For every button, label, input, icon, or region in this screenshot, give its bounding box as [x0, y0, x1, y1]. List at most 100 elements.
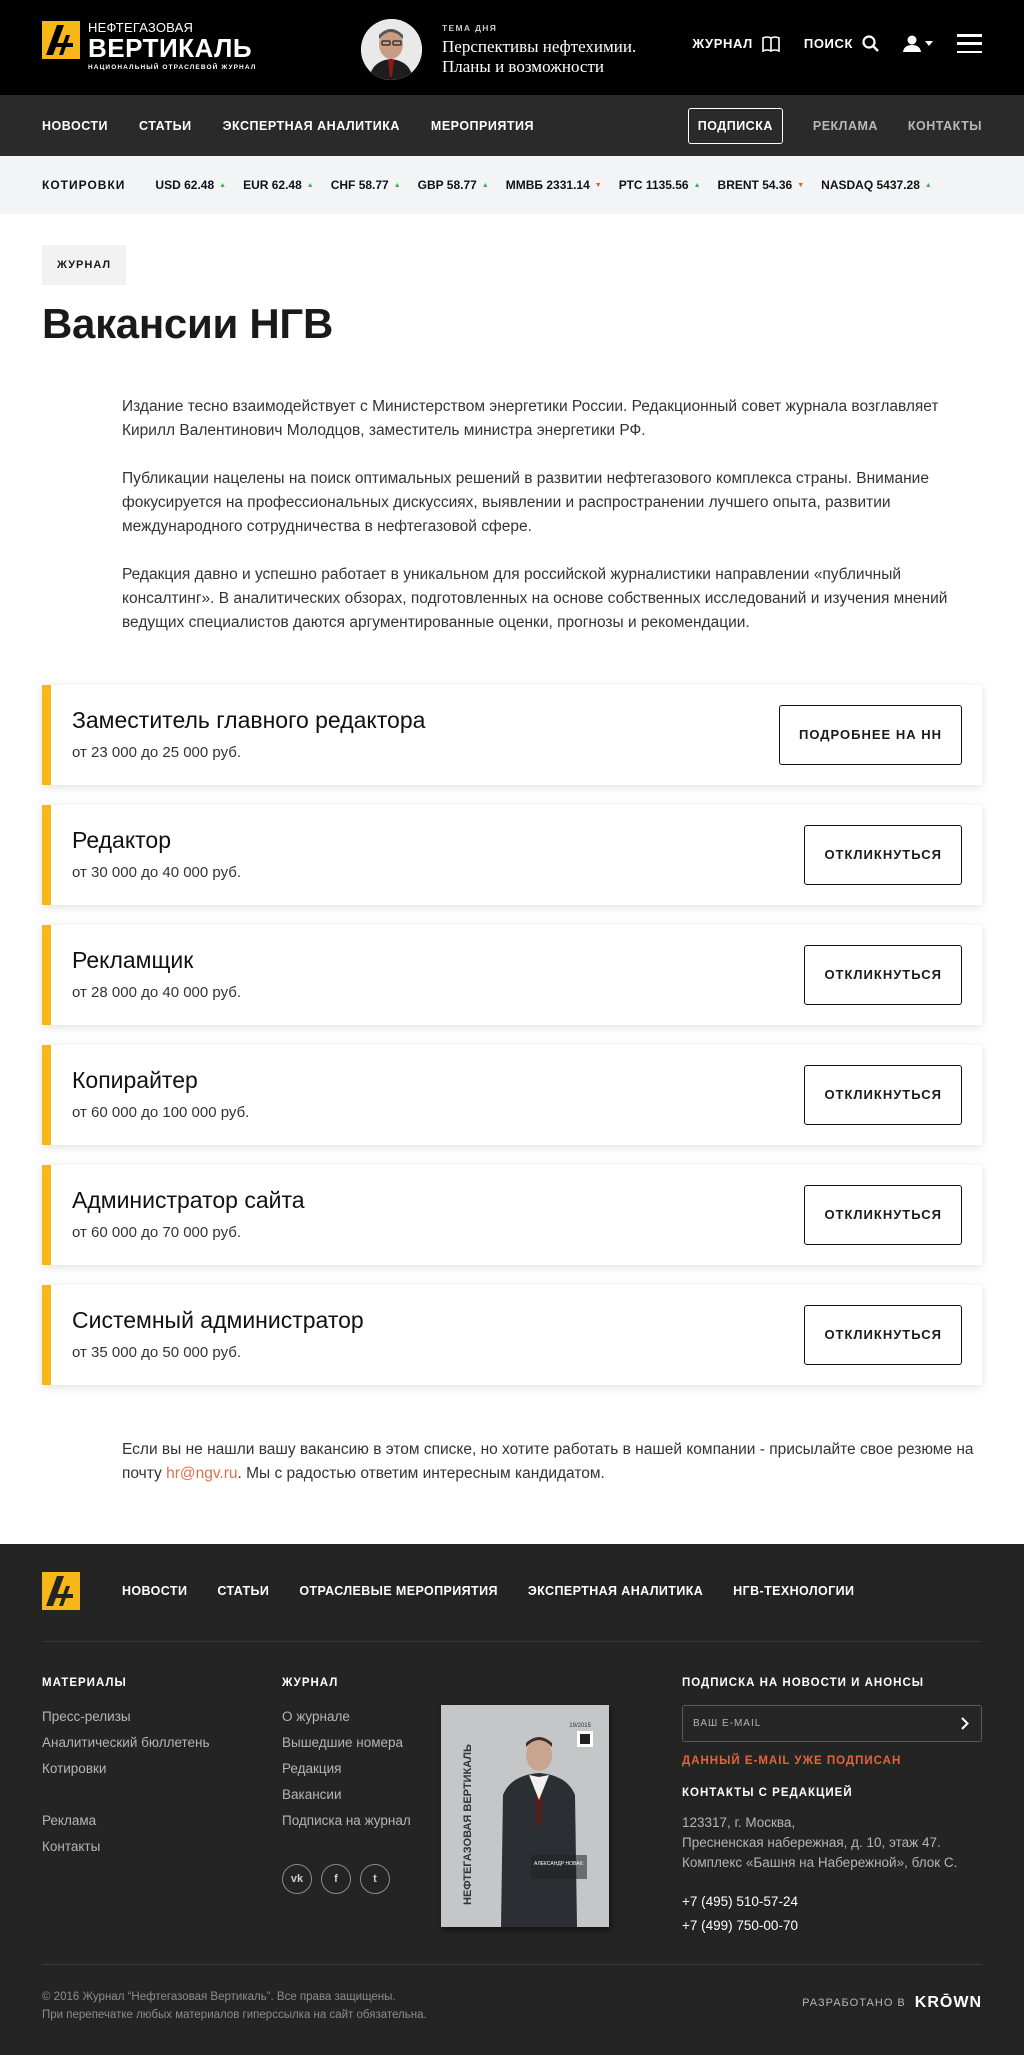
cover-issue: 19/2015	[569, 1723, 591, 1729]
footer-link-bulletin[interactable]: Аналитический бюллетень	[42, 1730, 210, 1756]
quote-text: ММВБ 2331.14	[505, 178, 590, 192]
hr-email-link[interactable]: hr@ngv.ru	[166, 1465, 237, 1482]
footer-link-press[interactable]: Пресс-релизы	[42, 1704, 210, 1730]
footer-link-editorial[interactable]: Редакция	[282, 1756, 411, 1782]
category-tag[interactable]: ЖУРНАЛ	[42, 245, 127, 285]
nav-ads[interactable]: РЕКЛАМА	[813, 119, 878, 133]
email-input[interactable]	[683, 1706, 943, 1741]
nav-analytics[interactable]: ЭКСПЕРТНАЯ АНАЛИТИКА	[223, 119, 400, 133]
user-icon	[903, 35, 921, 52]
chevron-right-icon[interactable]	[961, 1717, 969, 1730]
vacancy-title: Администратор сайта	[72, 1187, 305, 1213]
page-title: Вакансии НГВ	[42, 300, 333, 347]
nav-events[interactable]: МЕРОПРИЯТИЯ	[431, 119, 534, 133]
quote-text: BRENT 54.36	[717, 178, 793, 192]
vacancy-salary: от 30 000 до 40 000 руб.	[72, 864, 242, 881]
chevron-down-icon	[925, 41, 933, 46]
quote-item[interactable]: CHF 58.77 ▲	[331, 178, 401, 192]
quote-text: USD 62.48	[155, 178, 215, 192]
intro-paragraph: Редакция давно и успешно работает в уник…	[122, 566, 948, 631]
quote-item[interactable]: GBP 58.77 ▲	[418, 178, 489, 192]
subscribe-button[interactable]: ПОДПИСКА	[687, 107, 783, 144]
quote-item[interactable]: USD 62.48 ▲	[155, 178, 226, 192]
vacancy-apply-button[interactable]: ОТКЛИКНУТЬСЯ	[804, 945, 962, 1005]
footer-link-contacts[interactable]: Контакты	[42, 1834, 210, 1860]
footer-nav-analytics[interactable]: ЭКСПЕРТНАЯ АНАЛИТИКА	[528, 1584, 703, 1598]
address-line: Пресненская набережная, д. 10, этаж 47.	[682, 1835, 941, 1850]
user-menu-button[interactable]	[903, 35, 933, 52]
journal-links: О журнале Вышедшие номера Редакция Вакан…	[282, 1704, 411, 1834]
journal-link[interactable]: ЖУРНАЛ	[692, 35, 780, 52]
quote-item[interactable]: ММВБ 2331.14 ▼	[506, 178, 602, 192]
footer-nav-articles[interactable]: СТАТЬИ	[217, 1584, 269, 1598]
footer-link-subscription[interactable]: Подписка на журнал	[282, 1808, 411, 1834]
email-field	[682, 1705, 982, 1742]
vacancy-card: Заместитель главного редактора от 23 000…	[42, 685, 982, 785]
footer-logo-icon[interactable]	[42, 1572, 80, 1615]
footer-link-issues[interactable]: Вышедшие номера	[282, 1730, 411, 1756]
topic-title[interactable]: Перспективы нефтехимии. Планы и возможно…	[442, 37, 662, 77]
topic-of-day[interactable]: ТЕМА ДНЯ Перспективы нефтехимии. Планы и…	[361, 19, 662, 80]
developer-logo: KRŌWN	[914, 1994, 982, 2011]
quote-text: EUR 62.48	[243, 178, 302, 192]
vacancy-apply-button[interactable]: ОТКЛИКНУТЬСЯ	[804, 825, 962, 885]
vacancy-apply-button[interactable]: ОТКЛИКНУТЬСЯ	[804, 1185, 962, 1245]
vacancy-salary: от 60 000 до 100 000 руб.	[72, 1104, 250, 1121]
footer-link-about[interactable]: О журнале	[282, 1704, 411, 1730]
footer-link-quotes[interactable]: Котировки	[42, 1756, 210, 1782]
quote-item[interactable]: EUR 62.48 ▲	[243, 178, 314, 192]
vacancy-details-hh-button[interactable]: ПОДРОБНЕЕ НА НН	[778, 705, 962, 765]
search-button[interactable]: ПОИСК	[804, 35, 879, 52]
main-content: ЖУРНАЛ Вакансии НГВ Издание тесно взаимо…	[0, 214, 1024, 1544]
footer-link-ads[interactable]: Реклама	[42, 1808, 210, 1834]
intro-text: Издание тесно взаимодействует с Министер…	[122, 395, 982, 659]
vacancy-title: Копирайтер	[72, 1067, 198, 1093]
vacancy-title: Заместитель главного редактора	[72, 707, 426, 733]
vacancy-apply-button[interactable]: ОТКЛИКНУТЬСЯ	[804, 1305, 962, 1365]
arrow-up-icon: ▲	[393, 181, 401, 189]
arrow-up-icon: ▲	[924, 181, 932, 189]
developer-label: РАЗРАБОТАНО В	[802, 1997, 906, 2009]
vacancy-card: Рекламщик от 28 000 до 40 000 руб. ОТКЛИ…	[42, 925, 982, 1025]
topic-avatar	[361, 19, 422, 80]
arrow-up-icon: ▲	[481, 181, 489, 189]
quote-item[interactable]: BRENT 54.36 ▼	[718, 178, 805, 192]
burger-menu-icon[interactable]	[957, 34, 982, 53]
journal-cover[interactable]: 19/2015 НЕФТЕГАЗОВАЯ ВЕРТИКАЛЬ АЛЕКСАНДР…	[441, 1705, 609, 1927]
nav-articles[interactable]: СТАТЬИ	[139, 119, 192, 133]
quotes-label[interactable]: КОТИРОВКИ	[42, 178, 125, 192]
footer-link-vacancies[interactable]: Вакансии	[282, 1782, 411, 1808]
phone-number[interactable]: +7 (499) 750-00-70	[682, 1914, 798, 1938]
twitter-icon[interactable]: t	[360, 1864, 390, 1894]
vacancy-card: Редактор от 30 000 до 40 000 руб. ОТКЛИК…	[42, 805, 982, 905]
email-error-message: ДАННЫЙ E-MAIL УЖЕ ПОДПИСАН	[682, 1755, 902, 1767]
vacancy-apply-button[interactable]: ОТКЛИКНУТЬСЯ	[804, 1065, 962, 1125]
nav-contacts[interactable]: КОНТАКТЫ	[908, 119, 982, 133]
footer-nav-events[interactable]: ОТРАСЛЕВЫЕ МЕРОПРИЯТИЯ	[299, 1584, 498, 1598]
footer-divider	[42, 1964, 982, 1965]
phone-list: +7 (495) 510-57-24 +7 (499) 750-00-70	[682, 1890, 798, 1938]
facebook-icon[interactable]: f	[321, 1864, 351, 1894]
search-label: ПОИСК	[803, 36, 853, 51]
social-links: vk f t	[282, 1864, 399, 1894]
nav-news[interactable]: НОВОСТИ	[42, 119, 108, 133]
arrow-up-icon: ▲	[219, 181, 227, 189]
book-icon	[762, 35, 780, 52]
copyright-line: При перепечатке любых материалов гиперсс…	[42, 2009, 427, 2021]
logo-mark-icon	[42, 21, 80, 59]
vacancy-salary: от 60 000 до 70 000 руб.	[72, 1224, 242, 1241]
intro-paragraph: Публикации нацелены на поиск оптимальных…	[122, 470, 929, 535]
materials-heading: МАТЕРИАЛЫ	[42, 1677, 127, 1689]
vacancy-card: Администратор сайта от 60 000 до 70 000 …	[42, 1165, 982, 1265]
copyright-line: © 2016 Журнал “Нефтегазовая Вертикаль”. …	[42, 1991, 396, 2003]
quotes-bar: КОТИРОВКИ USD 62.48 ▲ EUR 62.48 ▲ CHF 58.7…	[0, 156, 1024, 214]
footer-nav-news[interactable]: НОВОСТИ	[122, 1584, 187, 1598]
site-footer: НОВОСТИ СТАТЬИ ОТРАСЛЕВЫЕ МЕРОПРИЯТИЯ ЭК…	[0, 1544, 1024, 2055]
vk-icon[interactable]: vk	[282, 1864, 312, 1894]
phone-number[interactable]: +7 (495) 510-57-24	[682, 1890, 798, 1914]
quote-item[interactable]: NASDAQ 5437.28 ▲	[821, 178, 932, 192]
site-logo[interactable]: НЕФТЕГАЗОВАЯ ВЕРТИКАЛЬ НАЦИОНАЛЬНЫЙ ОТРА…	[42, 21, 256, 72]
quote-item[interactable]: РТС 1135.56 ▲	[619, 178, 701, 192]
developer-credit[interactable]: РАЗРАБОТАНО В KRŌWN	[802, 1994, 982, 2012]
footer-nav-technologies[interactable]: НГВ-ТЕХНОЛОГИИ	[733, 1584, 854, 1598]
